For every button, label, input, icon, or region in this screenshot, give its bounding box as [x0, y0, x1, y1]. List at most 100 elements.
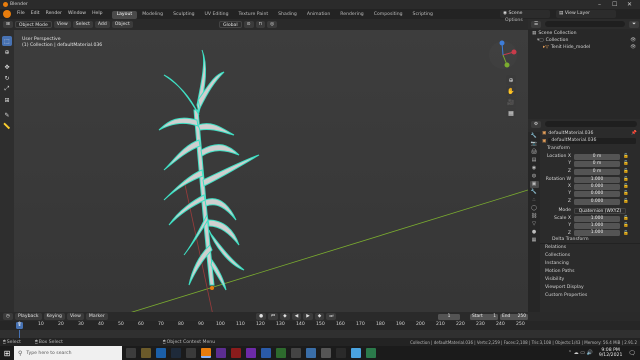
rotation-z-field[interactable]: 0.000 [574, 198, 620, 205]
blender-taskbar-icon[interactable] [201, 348, 211, 358]
move-icon[interactable]: ✥ [2, 62, 12, 72]
tab-uv-editing[interactable]: UV Editing [200, 11, 234, 19]
section-visibility[interactable]: Visibility [528, 276, 640, 284]
maximize-button[interactable]: ☐ [612, 0, 617, 9]
modifier-tab-icon[interactable]: 🔧 [530, 189, 539, 196]
minimize-button[interactable]: – [598, 0, 601, 9]
menu-help[interactable]: Help [89, 9, 105, 19]
taskbar-clock[interactable]: 9:08 PM 9/12/2021 [599, 348, 623, 359]
transform-icon[interactable]: ⊞ [2, 95, 12, 105]
tab-texture-paint[interactable]: Texture Paint [234, 11, 274, 19]
scale-icon[interactable]: ⤢ [2, 84, 12, 94]
menu-view[interactable]: View [53, 21, 71, 28]
scale-z-field[interactable]: 1.000 [574, 230, 620, 236]
lock-icon[interactable]: 🔓 [623, 199, 629, 204]
app-red-icon[interactable] [231, 348, 241, 358]
timeline-ruler[interactable]: 1 0 10 20 30 40 50 60 70 80 90 100 110 1… [0, 321, 640, 330]
physics-tab-icon[interactable]: ◯ [530, 205, 539, 212]
jump-start-icon[interactable]: ⏮ [268, 313, 279, 320]
properties-editor-icon[interactable]: ⚙ [531, 120, 542, 128]
visibility-eye-icon[interactable]: 👁 [630, 45, 636, 50]
tab-layout[interactable]: Layout [111, 10, 138, 19]
tab-sculpting[interactable]: Sculpting [168, 11, 199, 19]
tab-animation[interactable]: Animation [302, 11, 335, 19]
tab-shading[interactable]: Shading [273, 11, 302, 19]
menu-marker[interactable]: Marker [85, 313, 108, 320]
current-frame-field[interactable]: 1 [438, 313, 460, 320]
location-x-field[interactable]: 0 m [574, 153, 620, 160]
3d-viewport[interactable]: User Perspective (1) Collection | defaul… [14, 30, 528, 312]
lock-icon[interactable]: 🔓 [623, 191, 629, 196]
menu-keying[interactable]: Keying [43, 313, 65, 320]
close-button[interactable]: ✕ [627, 0, 632, 9]
blender-menu-icon[interactable] [3, 10, 11, 18]
timeline-track-area[interactable] [0, 330, 640, 338]
menu-object[interactable]: Object [111, 21, 133, 28]
camera-view-icon[interactable]: 🎥 [506, 97, 516, 107]
edge-icon[interactable] [156, 348, 166, 358]
material-tab-icon[interactable]: ● [530, 229, 539, 236]
play-icon[interactable]: ▶ [303, 313, 313, 320]
section-instancing[interactable]: Instancing [528, 260, 640, 268]
chrome-icon[interactable] [351, 348, 361, 358]
store-icon[interactable] [186, 348, 196, 358]
outliner-item-collection[interactable]: ▾▢ Collection 👁 [528, 37, 640, 44]
transform-section-header[interactable]: Transform [528, 145, 640, 153]
tab-scripting[interactable]: Scripting [408, 11, 438, 19]
delta-transform-header[interactable]: Delta Transform [528, 237, 640, 243]
output-tab-icon[interactable]: 🖨 [530, 149, 539, 156]
pin-icon[interactable]: 📌 [631, 131, 637, 136]
app-gray-icon[interactable] [291, 348, 301, 358]
orientation-dropdown[interactable]: Global [219, 21, 242, 28]
options-menu[interactable]: Options [505, 18, 523, 23]
scene-tab-icon[interactable]: ◉ [530, 165, 539, 172]
lock-icon[interactable]: 🔓 [623, 216, 629, 221]
outliner-item-scene-collection[interactable]: ▦ Scene Collection [528, 30, 640, 37]
editor-type-icon[interactable]: ⊞ [3, 21, 13, 28]
lock-icon[interactable]: 🔓 [623, 231, 629, 236]
menu-file[interactable]: File [14, 9, 28, 19]
constraints-tab-icon[interactable]: ⛓ [530, 213, 539, 220]
location-y-field[interactable]: 0 m [574, 160, 620, 167]
timeline-editor-icon[interactable]: ◷ [3, 313, 14, 320]
tool-tab-icon[interactable]: 🔧 [530, 133, 539, 140]
app-teal-icon[interactable] [366, 348, 376, 358]
section-custom-properties[interactable]: Custom Properties [528, 292, 640, 300]
rotation-w-field[interactable]: 1.000 [574, 176, 620, 183]
particles-tab-icon[interactable]: ∴ [530, 197, 539, 204]
lock-icon[interactable]: 🔓 [623, 184, 629, 189]
navigation-gizmo[interactable] [488, 40, 518, 70]
lock-icon[interactable]: 🔓 [623, 154, 629, 159]
file-explorer-icon[interactable] [141, 348, 151, 358]
cursor-icon[interactable]: ⊕ [2, 47, 12, 57]
properties-search-input[interactable] [545, 121, 637, 127]
render-tab-icon[interactable]: 📷 [530, 141, 539, 148]
outliner-editor-icon[interactable]: ☰ [531, 20, 542, 28]
menu-select[interactable]: Select [72, 21, 93, 28]
location-z-field[interactable]: 0 m [574, 168, 620, 175]
windows-start-icon[interactable]: ⊞ [0, 346, 14, 360]
menu-playback[interactable]: Playback [15, 313, 42, 320]
lock-icon[interactable]: 🔓 [623, 161, 629, 166]
start-frame-field[interactable]: Start 1 [470, 313, 498, 320]
epic-icon[interactable] [336, 348, 346, 358]
object-mode-dropdown[interactable]: Object Mode [14, 21, 52, 28]
outliner-search-input[interactable] [545, 21, 626, 27]
section-collections[interactable]: Collections [528, 252, 640, 260]
rotation-x-field[interactable]: 0.000 [574, 183, 620, 190]
rotation-mode-dropdown[interactable]: Quaternion (WXYZ) [574, 207, 626, 214]
tab-rendering[interactable]: Rendering [335, 11, 368, 19]
zoom-icon[interactable]: ⊕ [506, 75, 516, 85]
texture-tab-icon[interactable]: ▦ [530, 237, 539, 244]
lock-icon[interactable]: 🔓 [623, 223, 629, 228]
menu-window[interactable]: Window [65, 9, 89, 19]
lock-icon[interactable]: 🔓 [623, 177, 629, 182]
annotate-icon[interactable]: ✎ [2, 110, 12, 120]
app-blue-icon[interactable] [306, 348, 316, 358]
section-relations[interactable]: Relations [528, 244, 640, 252]
transform-orientation[interactable]: Global ⊙ ⊓ ◎ [218, 21, 278, 28]
scale-x-field[interactable]: 1.000 [574, 215, 620, 222]
object-name-field[interactable]: defaultMaterial.036 [548, 138, 636, 144]
menu-view-timeline[interactable]: View [66, 313, 84, 320]
scene-selector[interactable]: ◉ Scene [500, 10, 550, 18]
